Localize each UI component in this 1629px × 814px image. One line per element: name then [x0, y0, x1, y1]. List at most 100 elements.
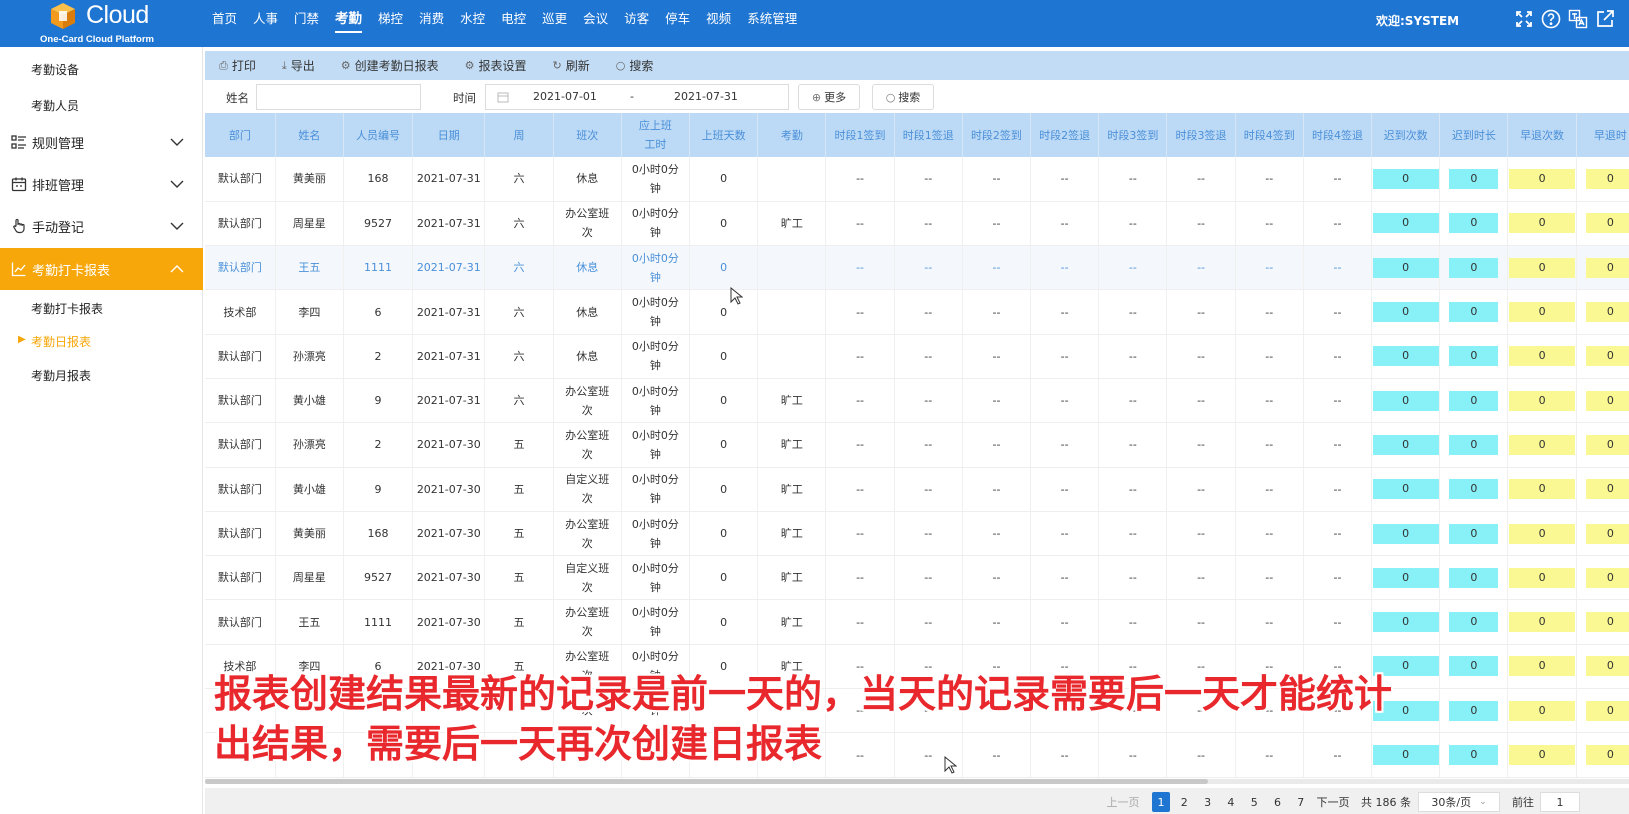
cell-name: 王五	[275, 599, 344, 645]
nav-item[interactable]: 水控	[452, 0, 493, 47]
table-row[interactable]: 默认部门 黄美丽 168 2021-07-31 六休息 0小时0分钟 0 -- -- -- -- --…	[205, 157, 1629, 202]
sidebar-item-people[interactable]: 考勤人员	[31, 97, 79, 114]
nav-item[interactable]: 考勤	[327, 0, 370, 47]
table-row[interactable]: 默认部门 王五 1111 2021-07-30 五办公室班次 0小时0分钟 0 旷工 -- -- -…	[205, 599, 1629, 645]
sidebar-group-manual[interactable]: 手动登记	[0, 205, 203, 247]
prev-page-button[interactable]: 上一页	[1105, 792, 1141, 812]
column-header[interactable]: 早退时	[1576, 113, 1629, 157]
cell-name: 黄小雄	[275, 467, 344, 512]
column-header[interactable]: 时段1签退	[894, 113, 963, 157]
logo[interactable]: Cloud One-Card Cloud Platform	[40, 0, 170, 47]
late-count-badge: 0	[1449, 346, 1499, 367]
column-header[interactable]: 时段2签退	[1030, 113, 1100, 157]
cell-shift: 休息	[553, 334, 622, 379]
table-row[interactable]: 默认部门 黄小雄 9 2021-07-31 六办公室班次 0小时0分钟 0 旷工 -- -- -- -…	[205, 378, 1629, 424]
table-row[interactable]: 默认部门 孙漂亮 2 2021-07-30 五办公室班次 0小时0分钟 0 旷工 -- -- -- -…	[205, 422, 1629, 468]
mouse-cursor-icon	[944, 756, 957, 774]
export-button[interactable]: ⤓ 导出	[282, 57, 315, 74]
column-header[interactable]: 人员编号	[343, 113, 414, 157]
early-count-badge: 0	[1585, 168, 1629, 189]
sidebar-group-schedule[interactable]: 排班管理	[0, 163, 203, 205]
cell-count: 0	[1439, 422, 1509, 468]
nav-item[interactable]: 会议	[575, 0, 616, 47]
date-separator: -	[630, 90, 634, 103]
page-number[interactable]: 5	[1245, 792, 1263, 812]
table-row[interactable]: 默认部门 黄美丽 168 2021-07-30 五办公室班次 0小时0分钟 0 旷工 -- -- -…	[205, 511, 1629, 557]
column-header[interactable]: 姓名	[275, 113, 344, 157]
report-settings-button[interactable]: ⚙ 报表设置	[465, 57, 527, 74]
scrollbar-thumb[interactable]	[205, 779, 1208, 784]
column-header[interactable]: 时段4签退	[1303, 113, 1373, 157]
search-button[interactable]: ○ 搜索	[872, 84, 934, 110]
toolbar: ⎙ 打印 ⤓ 导出 ⚙ 创建考勤日报表 ⚙ 报表设置 ↻ 刷新 ○ 搜索	[205, 51, 1629, 80]
page-number[interactable]: 3	[1199, 792, 1217, 812]
goto-page-input[interactable]: 1	[1540, 792, 1580, 812]
nav-item[interactable]: 人事	[245, 0, 286, 47]
sidebar-item-monthly-report[interactable]: 考勤月报表	[31, 367, 91, 384]
page-number[interactable]: 4	[1222, 792, 1240, 812]
nav-item[interactable]: 梯控	[370, 0, 411, 47]
nav-item[interactable]: 视频	[698, 0, 739, 47]
column-header[interactable]: 时段1签到	[825, 113, 895, 157]
column-header[interactable]: 早退次数	[1507, 113, 1577, 157]
column-header[interactable]: 周	[484, 113, 554, 157]
more-button[interactable]: ⊕ 更多	[798, 84, 860, 110]
create-daily-report-button[interactable]: ⚙ 创建考勤日报表	[341, 57, 439, 74]
cell-shift: 休息	[553, 157, 622, 202]
fullscreen-icon[interactable]	[1514, 9, 1534, 29]
column-header[interactable]: 考勤	[757, 113, 827, 157]
table-row[interactable]: 技术部 李四 6 2021-07-31 六休息 0小时0分钟 0 -- -- -- -- -- -- --…	[205, 289, 1629, 335]
column-header[interactable]: 时段3签到	[1098, 113, 1168, 157]
cell-count: 0	[1576, 378, 1629, 424]
page-number[interactable]: 1	[1152, 792, 1170, 812]
nav-item[interactable]: 电控	[493, 0, 534, 47]
sidebar-item-daily-report[interactable]: ▶ 考勤日报表	[18, 333, 91, 350]
table-row[interactable]: 默认部门 孙漂亮 2 2021-07-31 六休息 0小时0分钟 0 -- -- -- -- -- --…	[205, 334, 1629, 379]
cell-hours: 0小时0分钟	[621, 511, 691, 557]
external-link-icon[interactable]	[1595, 9, 1615, 29]
cell-time-slot: --	[1030, 378, 1100, 424]
date-start[interactable]: 2021-07-01	[533, 90, 597, 103]
table-row[interactable]: 默认部门 王五 1111 2021-07-31 六休息 0小时0分钟 0 -- -- -- -- --…	[205, 245, 1629, 291]
column-header[interactable]: 时段2签到	[962, 113, 1032, 157]
horizontal-scrollbar[interactable]	[205, 779, 1629, 784]
refresh-button[interactable]: ↻ 刷新	[553, 57, 590, 74]
name-input[interactable]	[256, 84, 421, 110]
cell-time-slot: --	[1030, 245, 1100, 291]
column-header[interactable]: 时段4签到	[1235, 113, 1304, 157]
search-toolbar-button[interactable]: ○ 搜索	[616, 57, 654, 74]
print-button[interactable]: ⎙ 打印	[219, 57, 256, 74]
nav-item[interactable]: 停车	[657, 0, 698, 47]
page-number[interactable]: 7	[1292, 792, 1310, 812]
column-header[interactable]: 迟到时长	[1439, 113, 1509, 157]
nav-item[interactable]: 门禁	[286, 0, 327, 47]
column-header[interactable]: 上班天数	[689, 113, 759, 157]
column-header[interactable]: 迟到次数	[1371, 113, 1441, 157]
column-header[interactable]: 应上班工时	[621, 113, 691, 157]
table-row[interactable]: 默认部门 黄小雄 9 2021-07-30 五自定义班次 0小时0分钟 0 旷工 -- -- -- -…	[205, 467, 1629, 512]
column-header[interactable]: 日期	[412, 113, 486, 157]
nav-item[interactable]: 巡更	[534, 0, 575, 47]
language-icon[interactable]	[1568, 9, 1588, 29]
nav-item[interactable]: 首页	[204, 0, 245, 47]
page-number[interactable]: 6	[1269, 792, 1287, 812]
sidebar-item-devices[interactable]: 考勤设备	[31, 61, 79, 78]
sidebar-item-punch-report[interactable]: 考勤打卡报表	[31, 300, 103, 317]
nav-item[interactable]: 消费	[411, 0, 452, 47]
table-row[interactable]: 默认部门 周星星 9527 2021-07-30 五自定义班次 0小时0分钟 0 旷工 -- --…	[205, 555, 1629, 601]
column-header[interactable]: 班次	[553, 113, 622, 157]
per-page-select[interactable]: 30条/页 ⌄	[1418, 792, 1500, 812]
help-icon[interactable]	[1541, 9, 1561, 29]
date-end[interactable]: 2021-07-31	[674, 90, 738, 103]
nav-item[interactable]: 系统管理	[739, 0, 805, 47]
column-header[interactable]: 时段3签退	[1166, 113, 1236, 157]
page-number[interactable]: 2	[1175, 792, 1193, 812]
nav-item[interactable]: 访客	[616, 0, 657, 47]
sidebar-group-reports[interactable]: 考勤打卡报表	[0, 248, 203, 290]
sidebar-group-rules[interactable]: 规则管理	[0, 121, 203, 163]
next-page-button[interactable]: 下一页	[1315, 792, 1351, 812]
column-header[interactable]: 部门	[205, 113, 276, 157]
table-row[interactable]: 默认部门 周星星 9527 2021-07-31 六办公室班次 0小时0分钟 0 旷工 -- --…	[205, 201, 1629, 247]
date-range-input[interactable]	[485, 84, 789, 110]
early-count-badge: 0	[1585, 479, 1629, 500]
